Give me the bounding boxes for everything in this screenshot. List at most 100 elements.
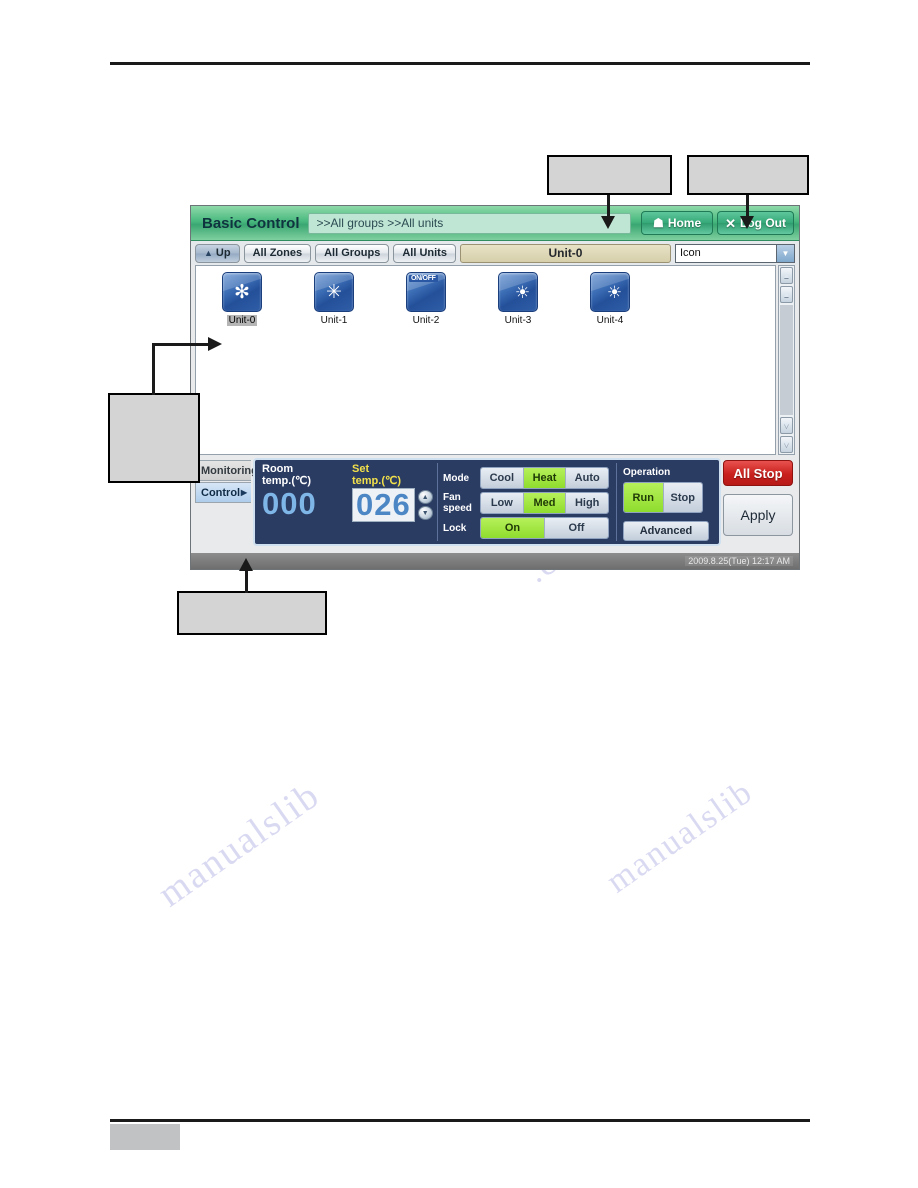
callout-leader-line <box>152 343 210 346</box>
unit-label: Unit-1 <box>320 315 348 326</box>
fan-speed-label: Fan speed <box>443 492 477 514</box>
action-button-group: All Stop Apply <box>721 458 795 536</box>
set-temp-label-line2: temp.(℃) <box>352 475 402 487</box>
unit-label: Unit-4 <box>596 315 624 326</box>
fan-icon[interactable]: ✳ <box>314 272 354 312</box>
all-stop-button[interactable]: All Stop <box>723 460 793 486</box>
operation-run-button[interactable]: Run <box>624 483 664 512</box>
fan-speed-med-button[interactable]: Med <box>523 493 567 513</box>
callout-arrow-up-icon <box>239 558 253 571</box>
mode-label: Mode <box>443 472 470 484</box>
scroll-top-button[interactable]: ▲ <box>780 267 793 284</box>
snowflake-icon[interactable]: ✻ <box>222 272 262 312</box>
lock-row: Lock On Off <box>443 517 609 539</box>
snowflake-icon-glyph: ✻ <box>234 281 250 303</box>
watermark-text: manualslib <box>600 772 760 901</box>
callout-arrow-right-icon <box>208 337 222 351</box>
unit-label: Unit-2 <box>412 315 440 326</box>
room-temp-label-line1: Room <box>262 463 294 475</box>
up-button[interactable]: ▲ Up <box>195 243 240 263</box>
mode-auto-button[interactable]: Auto <box>566 468 608 488</box>
sun-icon[interactable]: ☀ <box>590 272 630 312</box>
app-header: Basic Control >>All groups >>All units ☗… <box>191 206 799 241</box>
vertical-scrollbar[interactable]: ▲ ▲ ▼ ▼ <box>778 265 795 455</box>
scrollbar-track[interactable] <box>780 305 793 415</box>
page-title: Basic Control <box>202 214 300 232</box>
onoff-icon[interactable]: ON/OFF <box>406 272 446 312</box>
sun-icon[interactable]: ☀ <box>498 272 538 312</box>
unit-label: Unit-3 <box>504 315 532 326</box>
chevron-up-icon: ▲ <box>782 290 791 299</box>
bottom-control-area: Monitoring Control ▶ Room temp.(℃) 000 Set… <box>195 458 795 550</box>
mode-cool-button[interactable]: Cool <box>481 468 524 488</box>
set-temp-group: Set temp.(℃) 026 ▲ ▼ <box>352 463 433 541</box>
spinner-up-icon[interactable]: ▲ <box>417 490 433 504</box>
set-temp-field[interactable]: 026 <box>352 488 415 522</box>
set-temp-spinners: ▲ ▼ <box>417 490 433 520</box>
arrow-up-icon: ▲ <box>204 248 213 258</box>
home-button[interactable]: ☗ Home <box>641 211 714 235</box>
callout-arrow-down-icon <box>740 216 754 229</box>
lock-on-button[interactable]: On <box>481 518 545 538</box>
chevron-down-icon[interactable]: ▼ <box>776 244 794 262</box>
view-mode-select[interactable]: Icon ▼ <box>675 243 795 263</box>
fan-speed-low-button[interactable]: Low <box>481 493 524 513</box>
side-tab-monitoring[interactable]: Monitoring <box>195 460 258 481</box>
unit-item[interactable]: ☀ Unit-4 <box>582 272 638 326</box>
onoff-tag-label: ON/OFF <box>409 275 438 282</box>
application-window: Basic Control >>All groups >>All units ☗… <box>190 205 800 570</box>
apply-button[interactable]: Apply <box>723 494 793 536</box>
all-zones-button[interactable]: All Zones <box>243 243 312 263</box>
selected-unit-field: Unit-0 <box>459 243 671 263</box>
unit-label: Unit-0 <box>226 315 258 326</box>
fan-speed-segmented-control[interactable]: Low Med High <box>480 492 609 514</box>
callout-box-unit-area <box>108 393 200 483</box>
page-rule-top <box>110 62 810 65</box>
scroll-bottom-button[interactable]: ▼ <box>780 436 793 453</box>
watermark-text: manualslib <box>150 773 328 916</box>
spinner-down-icon[interactable]: ▼ <box>417 506 433 520</box>
all-groups-button[interactable]: All Groups <box>315 243 390 263</box>
footer-page-box <box>110 1124 180 1150</box>
operation-label: Operation <box>623 467 671 478</box>
double-chevron-up-icon: ▲ <box>782 271 791 280</box>
fan-icon-glyph: ✳ <box>326 281 342 303</box>
logout-button[interactable]: ✕ Log Out <box>717 211 794 235</box>
sun-icon-glyph: ☀ <box>514 282 531 302</box>
callout-box-home <box>547 155 672 195</box>
app-toolbar: ▲ Up All Zones All Groups All Units Unit… <box>191 241 799 265</box>
lock-off-button[interactable]: Off <box>545 518 608 538</box>
unit-item[interactable]: ✻ Unit-0 <box>214 272 270 326</box>
breadcrumb[interactable]: >>All groups >>All units <box>307 212 632 234</box>
temperature-block: Room temp.(℃) 000 Set temp.(℃) 026 ▲ ▼ <box>258 463 433 541</box>
scroll-down-button[interactable]: ▼ <box>780 417 793 434</box>
view-mode-value: Icon <box>680 247 701 259</box>
advanced-button[interactable]: Advanced <box>623 521 709 541</box>
home-icon: ☗ <box>653 216 664 230</box>
fan-speed-row: Fan speed Low Med High <box>443 492 609 514</box>
fan-speed-high-button[interactable]: High <box>566 493 608 513</box>
fan-speed-label-line2: speed <box>443 503 472 514</box>
all-units-button[interactable]: All Units <box>393 243 456 263</box>
mode-settings-block: Mode Cool Heat Auto Fan speed Low Med High L… <box>437 463 612 541</box>
unit-item[interactable]: ☀ Unit-3 <box>490 272 546 326</box>
double-chevron-down-icon: ▼ <box>782 440 791 449</box>
operation-segmented-control[interactable]: Run Stop <box>623 482 703 513</box>
scroll-up-button[interactable]: ▲ <box>780 286 793 303</box>
close-icon: ✕ <box>725 215 737 231</box>
unit-icon-list: ✻ Unit-0 ✳ Unit-1 ON/OFF Unit-2 ☀ Unit-3 ☀ Unit-4 <box>195 265 776 455</box>
mode-heat-button[interactable]: Heat <box>523 468 567 488</box>
callout-box-logout <box>687 155 809 195</box>
set-temp-value: 026 <box>356 487 411 522</box>
chevron-down-icon: ▼ <box>782 421 791 430</box>
operation-stop-button[interactable]: Stop <box>663 483 702 512</box>
control-panel: Room temp.(℃) 000 Set temp.(℃) 026 ▲ ▼ M… <box>253 458 721 546</box>
side-tab-list: Monitoring Control ▶ <box>195 458 258 503</box>
side-tab-control[interactable]: Control ▶ <box>195 482 251 503</box>
home-button-label: Home <box>667 216 702 230</box>
unit-item[interactable]: ON/OFF Unit-2 <box>398 272 454 326</box>
page-rule-bottom <box>110 1119 810 1122</box>
unit-item[interactable]: ✳ Unit-1 <box>306 272 362 326</box>
mode-segmented-control[interactable]: Cool Heat Auto <box>480 467 609 489</box>
lock-segmented-control[interactable]: On Off <box>480 517 609 539</box>
